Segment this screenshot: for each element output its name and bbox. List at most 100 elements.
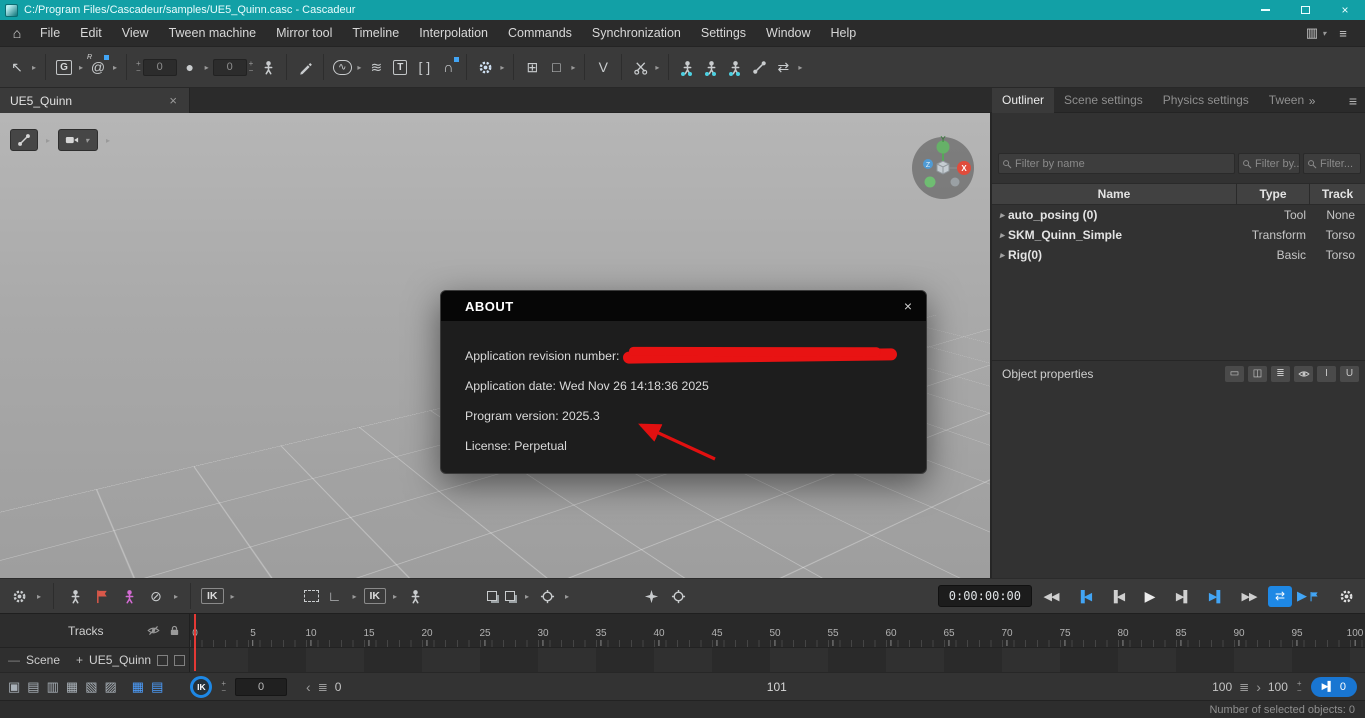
dropdown-icon[interactable]: ▸ — [523, 592, 531, 601]
character-mode-icon[interactable] — [257, 55, 279, 79]
snap-magnet-icon[interactable]: R@ — [87, 55, 109, 79]
track-label-cell[interactable]: — Scene + UE5_Quinn — [0, 648, 190, 672]
frame-list-icon[interactable]: ≣ — [318, 680, 328, 694]
home-icon[interactable]: ⌂ — [4, 25, 30, 41]
orientation-gizmo[interactable]: Y Z X — [910, 135, 976, 201]
import-scene-icon[interactable]: ▤ — [27, 679, 39, 695]
ik-mode-badge[interactable]: IK — [201, 588, 224, 604]
jump-to-end-button[interactable]: ▶▶ — [1235, 584, 1263, 608]
spinner-value-a[interactable]: 0 — [143, 59, 177, 76]
table-row-auto-posing[interactable]: ▸auto_posing (0) Tool None — [992, 205, 1365, 225]
dropdown-icon[interactable]: ▸ — [563, 592, 571, 601]
menu-tween-machine[interactable]: Tween machine — [159, 20, 267, 47]
dropdown-icon[interactable]: ▸ — [44, 136, 52, 145]
menu-edit[interactable]: Edit — [70, 20, 112, 47]
disable-icon[interactable]: ⊘ — [145, 584, 167, 608]
timecode-display[interactable]: 0:00:00:00 — [938, 585, 1032, 607]
copy-clip-icon[interactable]: ▦ — [66, 679, 78, 695]
spinner-buttons[interactable]: +− — [136, 60, 141, 74]
minimize-button[interactable] — [1245, 0, 1285, 20]
menu-help[interactable]: Help — [821, 20, 867, 47]
selection-frame-icon[interactable]: □ — [545, 55, 567, 79]
record-key-icon[interactable]: ● — [179, 55, 201, 79]
timeline-track-row[interactable]: — Scene + UE5_Quinn — [0, 647, 1365, 672]
dropdown-icon[interactable]: ▸ — [172, 592, 180, 601]
split-columns-icon[interactable]: ◫ — [1248, 366, 1267, 382]
dropdown-icon[interactable]: ▸ — [653, 63, 661, 72]
merge-clip-icon[interactable]: ▨ — [104, 679, 116, 695]
spinner-value-b[interactable]: 0 — [213, 59, 247, 76]
range-length-value[interactable]: 100 — [1268, 680, 1288, 694]
nav-frame-value[interactable]: 0 — [335, 680, 342, 694]
dropdown-icon[interactable]: ▸ — [203, 63, 211, 72]
menu-view[interactable]: View — [112, 20, 159, 47]
menu-synchronization[interactable]: Synchronization — [582, 20, 691, 47]
play-scene-button[interactable]: ▶ — [1297, 588, 1320, 604]
filter-by-track-input[interactable] — [1320, 158, 1360, 170]
pose-copy-icon[interactable] — [676, 55, 698, 79]
rig-skeleton-icon[interactable] — [748, 55, 770, 79]
dropdown-icon[interactable]: ▸ — [111, 63, 119, 72]
camera-view-button[interactable]: ▾ — [58, 129, 98, 151]
run-cycle-icon[interactable] — [404, 584, 426, 608]
tab-scene-settings[interactable]: Scene settings — [1054, 88, 1153, 113]
filter-by-type-field[interactable] — [1238, 153, 1300, 174]
menu-commands[interactable]: Commands — [498, 20, 582, 47]
paste-clip-icon[interactable]: ▧ — [85, 679, 97, 695]
trajectory-icon[interactable]: ∩ — [437, 55, 459, 79]
frame-spinner-buttons[interactable]: +− — [221, 680, 226, 694]
playhead[interactable] — [194, 614, 196, 671]
visibility-icon[interactable] — [1294, 366, 1313, 382]
chevron-left-icon[interactable]: ‹ — [306, 679, 311, 695]
jump-to-start-button[interactable]: ◀◀ — [1037, 584, 1065, 608]
dopesheet-view-icon[interactable]: ▤ — [151, 679, 163, 695]
tracking-point-icon[interactable] — [536, 584, 558, 608]
fulcrum-icon[interactable] — [667, 584, 689, 608]
expand-track-icon[interactable]: + — [76, 653, 83, 667]
panel-menu-icon[interactable]: ≡ — [1349, 93, 1365, 109]
filter-by-name-input[interactable] — [1015, 158, 1234, 170]
dropdown-icon[interactable]: ▸ — [796, 63, 804, 72]
track-lane[interactable] — [190, 648, 1365, 672]
dialog-close-icon[interactable]: × — [904, 298, 912, 314]
dropdown-icon[interactable]: ▸ — [35, 592, 43, 601]
keyboard-icon[interactable]: ▭ — [1225, 366, 1244, 382]
start-frame-value[interactable]: 0 — [235, 678, 287, 696]
cut-tool-icon[interactable] — [629, 55, 651, 79]
previous-keyframe-button[interactable]: ▐◀ — [1070, 584, 1098, 608]
dropdown-icon[interactable]: ▸ — [355, 63, 363, 72]
expand-icon[interactable]: ▸ — [996, 230, 1008, 241]
paint-weights-icon[interactable] — [294, 55, 316, 79]
tab-close-icon[interactable]: × — [167, 93, 179, 108]
dropdown-icon[interactable]: ▸ — [77, 63, 85, 72]
menu-hamburger-icon[interactable]: ≡ — [1331, 26, 1355, 41]
ik-autoposing-toggle[interactable]: IK — [190, 676, 212, 698]
tab-tween[interactable]: Tween — [1259, 88, 1307, 113]
table-row-rig[interactable]: ▸Rig(0) Basic Torso — [992, 245, 1365, 265]
table-row-skm-quinn[interactable]: ▸SKM_Quinn_Simple Transform Torso — [992, 225, 1365, 245]
export-scene-icon[interactable]: ▣ — [8, 679, 20, 695]
keyframe-spinner-b[interactable]: 0 +− — [213, 59, 256, 76]
hide-all-tracks-icon[interactable] — [147, 624, 160, 637]
expand-icon[interactable]: ▸ — [996, 250, 1008, 261]
box-select-icon[interactable] — [304, 590, 319, 602]
collapse-icon[interactable]: — — [8, 653, 20, 667]
save-clip-icon[interactable]: ▥ — [47, 679, 59, 695]
next-keyframe-button[interactable]: ▶▌ — [1202, 584, 1230, 608]
menu-mirror-tool[interactable]: Mirror tool — [266, 20, 342, 47]
playback-settings-gear-icon[interactable] — [1335, 584, 1357, 608]
expand-icon[interactable]: ▸ — [996, 210, 1008, 221]
next-frame-button[interactable]: ▶▌ — [1169, 584, 1197, 608]
track-checkbox-a[interactable] — [157, 655, 168, 666]
dropdown-icon[interactable]: ▸ — [391, 592, 399, 601]
tab-ue5-quinn[interactable]: UE5_Quinn × — [0, 88, 190, 113]
range-spinner-buttons[interactable]: +− — [1297, 680, 1302, 694]
tab-outliner[interactable]: Outliner — [992, 88, 1054, 113]
transform-tool-icon[interactable]: ↖ — [6, 55, 28, 79]
rig-joints-button[interactable] — [10, 129, 38, 151]
scene-gear-icon[interactable] — [8, 584, 30, 608]
tool-settings-icon[interactable] — [474, 55, 496, 79]
interval-tool-icon[interactable]: ∿ — [331, 55, 353, 79]
dropdown-icon[interactable]: ▸ — [569, 63, 577, 72]
filter-by-name-field[interactable] — [998, 153, 1235, 174]
